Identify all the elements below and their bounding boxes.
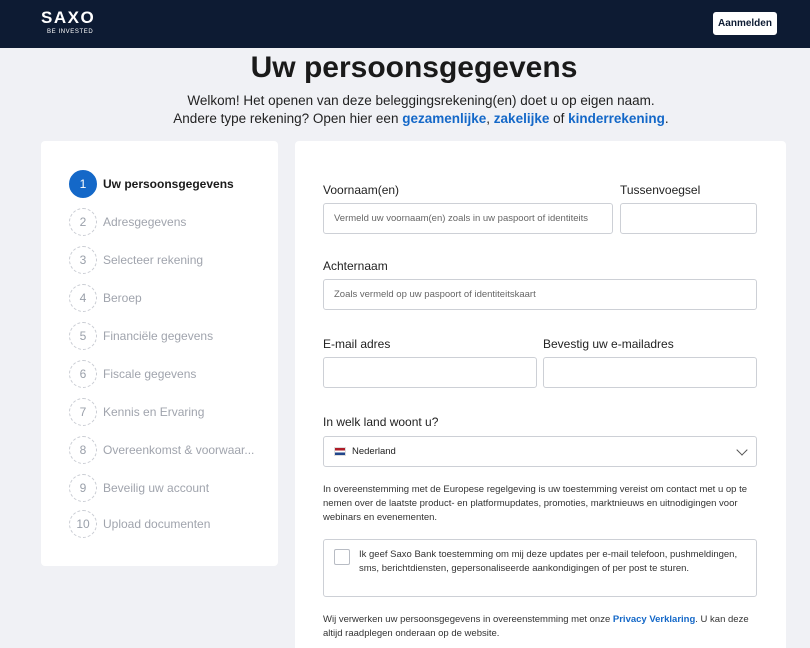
country-label: In welk land woont u? [323,415,439,429]
netherlands-flag-icon [334,446,346,456]
page-title: Uw persoonsgegevens [250,51,578,84]
intro-separator-of: of [553,111,565,126]
step-number: 8 [69,436,97,464]
last-name-label: Achternaam [323,259,388,273]
privacy-statement-link[interactable]: Privacy Verklaring [613,614,695,625]
step-knowledge-experience[interactable]: 7 Kennis en Ervaring [69,398,204,426]
first-name-label: Voornaam(en) [323,183,400,197]
step-label: Upload documenten [103,517,211,531]
step-financial-details[interactable]: 5 Financiële gegevens [69,322,213,350]
steps-sidebar: 1 Uw persoonsgegevens 2 Adresgegevens 3 … [41,141,278,566]
intro-text: Welkom! Het openen van deze beleggingsre… [0,92,810,128]
privacy-notice: Wij verwerken uw persoonsgegevens in ove… [323,613,759,641]
last-name-input[interactable]: Zoals vermeld op uw paspoort of identite… [323,279,757,310]
joint-account-link[interactable]: gezamenlijke [402,111,486,126]
country-value: Nederland [352,446,396,457]
step-label: Adresgegevens [103,215,187,229]
step-select-account[interactable]: 3 Selecteer rekening [69,246,203,274]
step-number: 9 [69,474,97,502]
step-number: 7 [69,398,97,426]
step-personal-details[interactable]: 1 Uw persoonsgegevens [69,170,234,198]
consent-checkbox[interactable] [334,549,350,565]
step-number: 10 [69,510,97,538]
intro-line-2: Andere type rekening? Open hier een geza… [0,110,810,128]
country-select[interactable]: Nederland [323,436,757,467]
email-confirm-label: Bevestig uw e-mailadres [543,337,674,351]
email-confirm-input[interactable] [543,357,757,388]
intro-line-2-prefix: Andere type rekening? Open hier een [173,111,399,126]
saxo-logo[interactable]: SAXO BE INVESTED [41,8,96,36]
step-agreement-terms[interactable]: 8 Overeenkomst & voorwaar... [69,436,254,464]
intro-line-1: Welkom! Het openen van deze beleggingsre… [187,93,655,108]
chevron-down-icon [736,443,748,456]
step-number: 4 [69,284,97,312]
country-selected: Nederland [334,446,396,457]
login-button[interactable]: Aanmelden [713,12,777,35]
first-name-input[interactable]: Vermeld uw voornaam(en) zoals in uw pasp… [323,203,613,234]
intro-separator-comma: , [486,111,491,126]
top-navigation-bar: SAXO BE INVESTED Aanmelden [0,0,810,48]
step-occupation[interactable]: 4 Beroep [69,284,142,312]
child-account-link[interactable]: kinderrekening [568,111,665,126]
step-label: Selecteer rekening [103,253,204,267]
personal-details-form: Voornaam(en) Vermeld uw voornaam(en) zoa… [295,141,786,648]
step-number: 2 [69,208,97,236]
step-number: 3 [69,246,97,274]
intro-separator-period: . [664,111,669,126]
step-secure-account[interactable]: 9 Beveilig uw account [69,474,209,502]
step-number: 5 [69,322,97,350]
privacy-prefix: Wij verwerken uw persoonsgegevens in ove… [323,614,611,625]
logo-wordmark: SAXO [41,8,96,27]
infix-label: Tussenvoegsel [620,183,701,197]
step-label: Kennis en Ervaring [103,405,205,419]
logo-tagline: BE INVESTED [47,29,94,35]
step-tax-details[interactable]: 6 Fiscale gegevens [69,360,196,388]
consent-text: Ik geef Saxo Bank toestemming om mij dez… [359,549,738,574]
step-number: 1 [69,170,97,198]
step-number: 6 [69,360,97,388]
email-input[interactable] [323,357,537,388]
step-upload-documents[interactable]: 10 Upload documenten [69,510,210,538]
step-label: Overeenkomst & voorwaar... [103,443,255,457]
step-label: Beveilig uw account [103,481,210,495]
infix-input[interactable] [620,203,757,234]
business-account-link[interactable]: zakelijke [494,111,550,126]
step-label: Uw persoonsgegevens [103,177,234,191]
email-label: E-mail adres [323,337,391,351]
step-address[interactable]: 2 Adresgegevens [69,208,186,236]
step-label: Fiscale gegevens [103,367,197,381]
consent-box[interactable]: Ik geef Saxo Bank toestemming om mij dez… [323,539,757,597]
regulation-notice: In overeenstemming met de Europese regel… [323,484,748,523]
step-label: Financiële gegevens [103,329,214,343]
step-label: Beroep [103,291,142,305]
